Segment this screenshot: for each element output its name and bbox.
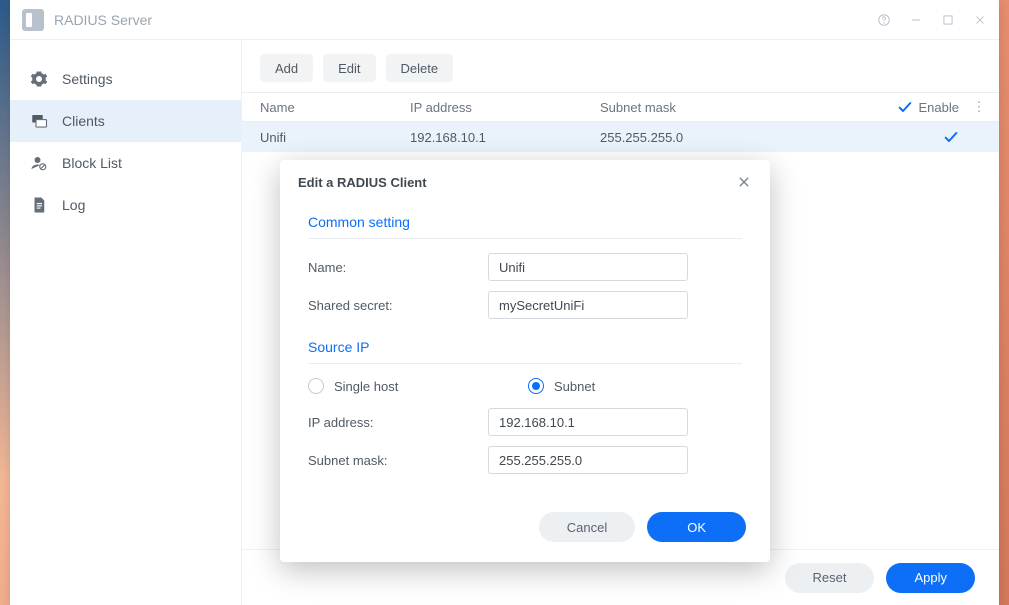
th-subnet[interactable]: Subnet mask (600, 100, 790, 115)
cancel-button[interactable]: Cancel (539, 512, 635, 542)
mask-label: Subnet mask: (308, 453, 488, 468)
ip-label: IP address: (308, 415, 488, 430)
row-name: Name: (308, 253, 742, 281)
table-row[interactable]: Unifi 192.168.10.1 255.255.255.0 (242, 122, 999, 152)
section-source: Source IP (308, 329, 742, 364)
edit-client-dialog: Edit a RADIUS Client Common setting Name… (280, 160, 770, 562)
dialog-title: Edit a RADIUS Client (298, 175, 427, 190)
sidebar-item-settings[interactable]: Settings (10, 58, 241, 100)
gear-icon (30, 70, 48, 88)
clients-icon (30, 112, 48, 130)
sidebar-item-label: Settings (62, 71, 113, 87)
dialog-footer: Cancel OK (280, 504, 770, 562)
help-icon[interactable] (877, 13, 891, 27)
row-secret: Shared secret: (308, 291, 742, 319)
th-enable[interactable]: Enable (790, 99, 969, 115)
minimize-icon[interactable] (909, 13, 923, 27)
row-mask: Subnet mask: (308, 446, 742, 474)
secret-label: Shared secret: (308, 298, 488, 313)
check-icon (943, 129, 959, 145)
sidebar-item-label: Log (62, 197, 85, 213)
sidebar-item-clients[interactable]: Clients (10, 100, 241, 142)
dialog-close-icon[interactable] (736, 174, 752, 190)
dialog-header: Edit a RADIUS Client (280, 160, 770, 204)
row-ip: IP address: (308, 408, 742, 436)
td-subnet: 255.255.255.0 (600, 130, 790, 145)
sidebar: Settings Clients Block List Log (10, 40, 242, 605)
ip-field[interactable] (488, 408, 688, 436)
user-block-icon (30, 154, 48, 172)
check-icon (897, 99, 913, 115)
apply-button[interactable]: Apply (886, 563, 975, 593)
dialog-body: Common setting Name: Shared secret: Sour… (280, 204, 770, 504)
toolbar: Add Edit Delete (242, 40, 999, 92)
window-controls (877, 13, 987, 27)
sidebar-item-log[interactable]: Log (10, 184, 241, 226)
name-label: Name: (308, 260, 488, 275)
td-name: Unifi (260, 130, 410, 145)
sidebar-item-label: Clients (62, 113, 105, 129)
titlebar: RADIUS Server (10, 0, 999, 40)
log-icon (30, 196, 48, 214)
name-field[interactable] (488, 253, 688, 281)
edit-button[interactable]: Edit (323, 54, 375, 82)
app-icon (22, 9, 44, 31)
delete-button[interactable]: Delete (386, 54, 454, 82)
close-icon[interactable] (973, 13, 987, 27)
sidebar-item-label: Block List (62, 155, 122, 171)
radio-single-host[interactable] (308, 378, 324, 394)
radio-single-label: Single host (334, 379, 398, 394)
secret-field[interactable] (488, 291, 688, 319)
source-ip-radios: Single host Subnet (308, 378, 742, 394)
radio-subnet-label: Subnet (554, 379, 595, 394)
table-header: Name IP address Subnet mask Enable ⋮ (242, 92, 999, 122)
column-menu-icon[interactable]: ⋮ (969, 99, 989, 115)
sidebar-item-blocklist[interactable]: Block List (10, 142, 241, 184)
th-name[interactable]: Name (260, 100, 410, 115)
td-enable[interactable] (790, 129, 969, 145)
ok-button[interactable]: OK (647, 512, 746, 542)
section-common: Common setting (308, 204, 742, 239)
th-ip[interactable]: IP address (410, 100, 600, 115)
add-button[interactable]: Add (260, 54, 313, 82)
window-title: RADIUS Server (54, 12, 877, 28)
td-ip: 192.168.10.1 (410, 130, 600, 145)
maximize-icon[interactable] (941, 13, 955, 27)
radio-subnet[interactable] (528, 378, 544, 394)
mask-field[interactable] (488, 446, 688, 474)
reset-button[interactable]: Reset (785, 563, 875, 593)
